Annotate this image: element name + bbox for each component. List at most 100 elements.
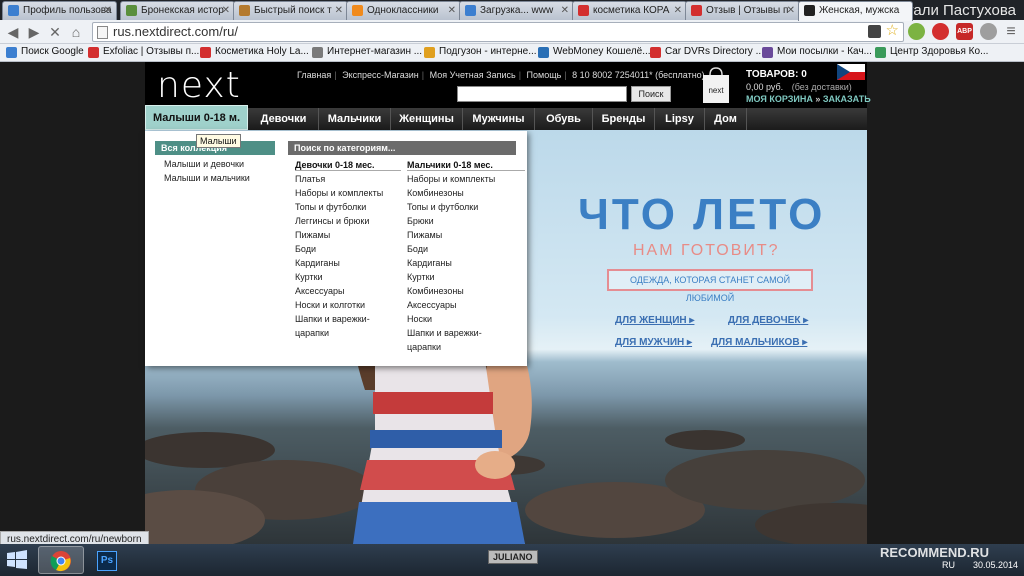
girls-category[interactable]: Боди bbox=[295, 244, 316, 254]
home-icon[interactable]: ⌂ bbox=[67, 23, 85, 41]
boys-category[interactable]: Топы и футболки bbox=[407, 202, 478, 212]
boys-category[interactable]: Пижамы bbox=[407, 230, 442, 240]
top-link-express[interactable]: Экспресс-Магазин bbox=[342, 70, 419, 80]
close-icon[interactable]: ✕ bbox=[787, 5, 795, 16]
boys-category[interactable]: Шапки и варежки- bbox=[407, 328, 482, 338]
category-search-header: Поиск по категориям... bbox=[288, 141, 516, 155]
boys-category[interactable]: Аксессуары bbox=[407, 300, 456, 310]
close-page-icon[interactable]: ✕ bbox=[46, 23, 64, 41]
czech-flag-icon[interactable] bbox=[837, 64, 865, 80]
bookmark-favicon-icon bbox=[88, 47, 99, 58]
boys-category[interactable]: Куртки bbox=[407, 272, 435, 282]
adblock-icon[interactable]: ABP bbox=[956, 23, 973, 40]
boys-category[interactable]: царапки bbox=[407, 342, 441, 352]
bookmark-label: Мои посылки - Кач... bbox=[777, 46, 872, 57]
girls-category[interactable]: Кардиганы bbox=[295, 258, 340, 268]
my-cart-link[interactable]: МОЯ КОРЗИНА bbox=[746, 94, 813, 104]
forward-icon[interactable]: ▶ bbox=[25, 23, 43, 41]
hero-link-boys[interactable]: ДЛЯ МАЛЬЧИКОВ ▸ bbox=[711, 337, 807, 348]
close-icon[interactable]: ✕ bbox=[104, 5, 112, 16]
nav-men[interactable]: Мужчины bbox=[463, 108, 535, 130]
search-input[interactable] bbox=[457, 86, 627, 102]
girls-category[interactable]: Носки и колготки bbox=[295, 300, 365, 310]
close-icon[interactable]: ✕ bbox=[561, 5, 569, 16]
bookmark-exfoliac[interactable]: Exfoliac | Отзывы п... bbox=[88, 46, 199, 58]
boys-category[interactable]: Наборы и комплекты bbox=[407, 174, 495, 184]
girls-category[interactable]: Шапки и варежки- bbox=[295, 314, 370, 324]
tab-cosmetics[interactable]: косметика КОРА ✕ bbox=[572, 1, 687, 20]
tab-quick-search[interactable]: Быстрый поиск т ✕ bbox=[233, 1, 348, 20]
extension-green-icon[interactable] bbox=[908, 23, 925, 40]
top-link-help[interactable]: Помощь bbox=[527, 70, 562, 80]
girls-category[interactable]: Аксессуары bbox=[295, 286, 344, 296]
bookmark-webmoney[interactable]: WebMoney Кошелё... bbox=[538, 46, 651, 58]
boys-category[interactable]: Комбинезоны bbox=[407, 188, 464, 198]
bookmark-car-dvrs[interactable]: Car DVRs Directory ... bbox=[650, 46, 764, 58]
nav-boys[interactable]: Мальчики bbox=[319, 108, 391, 130]
tab-odnoklassniki[interactable]: Одноклассники ✕ bbox=[346, 1, 461, 20]
close-icon[interactable]: ✕ bbox=[222, 5, 230, 16]
extension-gray-icon[interactable] bbox=[980, 23, 997, 40]
hero-link-girls[interactable]: ДЛЯ ДЕВОЧЕК ▸ bbox=[728, 315, 808, 326]
girls-category[interactable]: Наборы и комплекты bbox=[295, 188, 383, 198]
tab-title: Бронекская истор bbox=[141, 5, 224, 16]
bookmark-holy-land[interactable]: Косметика Holy La... bbox=[200, 46, 309, 58]
site-logo[interactable]: next bbox=[157, 65, 241, 106]
windows-start-icon[interactable] bbox=[6, 550, 28, 570]
taskbar-photoshop[interactable]: Ps bbox=[90, 546, 124, 574]
tab-favicon-icon bbox=[352, 5, 363, 16]
nav-tooltip: Малыши bbox=[196, 134, 241, 148]
boys-category[interactable]: Кардиганы bbox=[407, 258, 452, 268]
girls-category[interactable]: Куртки bbox=[295, 272, 323, 282]
boys-category[interactable]: Носки bbox=[407, 314, 432, 324]
girls-category[interactable]: Пижамы bbox=[295, 230, 330, 240]
boys-category[interactable]: Брюки bbox=[407, 216, 434, 226]
tab-loading[interactable]: Загрузка... www ✕ bbox=[459, 1, 574, 20]
extension-icon[interactable] bbox=[868, 25, 881, 38]
hero-link-women[interactable]: ДЛЯ ЖЕНЩИН ▸ bbox=[615, 315, 694, 326]
nav-shoes[interactable]: Обувь bbox=[535, 108, 593, 130]
collection-babies-girls[interactable]: Малыши и девочки bbox=[164, 159, 244, 169]
bookmark-google[interactable]: Поиск Google bbox=[6, 46, 84, 58]
nav-lipsy[interactable]: Lipsy bbox=[655, 108, 705, 130]
nav-women[interactable]: Женщины bbox=[391, 108, 463, 130]
shopping-bag-icon[interactable]: next bbox=[700, 66, 732, 104]
close-icon[interactable]: ✕ bbox=[448, 5, 456, 16]
bookmark-health-center[interactable]: Центр Здоровья Ко... bbox=[875, 46, 988, 58]
nav-brands[interactable]: Бренды bbox=[593, 108, 655, 130]
girls-category[interactable]: Топы и футболки bbox=[295, 202, 366, 212]
tab-bronex[interactable]: Бронекская истор ✕ bbox=[120, 1, 235, 20]
address-bar[interactable]: rus.nextdirect.com/ru/ ☆ bbox=[92, 22, 904, 42]
close-icon[interactable]: ✕ bbox=[335, 5, 343, 16]
girls-category[interactable]: Платья bbox=[295, 174, 325, 184]
taskbar-date[interactable]: 30.05.2014 bbox=[973, 560, 1018, 570]
boys-category[interactable]: Комбинезоны bbox=[407, 286, 464, 296]
nav-girls[interactable]: Девочки bbox=[249, 108, 319, 130]
close-icon[interactable]: ✕ bbox=[674, 5, 682, 16]
main-navigation: Малыши 0-18 м. Девочки Мальчики Женщины … bbox=[145, 105, 867, 130]
collection-babies-boys[interactable]: Малыши и мальчики bbox=[164, 173, 250, 183]
girls-category[interactable]: Леггинсы и брюки bbox=[295, 216, 369, 226]
girls-category[interactable]: царапки bbox=[295, 328, 329, 338]
star-icon[interactable]: ☆ bbox=[886, 22, 899, 40]
tab-profile[interactable]: Профиль пользова ✕ bbox=[2, 1, 117, 20]
keyboard-language[interactable]: RU bbox=[942, 560, 955, 570]
tab-review[interactable]: Отзыв | Отзывы п ✕ bbox=[685, 1, 800, 20]
bookmark-parcels[interactable]: Мои посылки - Кач... bbox=[762, 46, 872, 58]
top-link-home[interactable]: Главная bbox=[297, 70, 331, 80]
boys-category[interactable]: Боди bbox=[407, 244, 428, 254]
nav-babies[interactable]: Малыши 0-18 м. bbox=[145, 105, 248, 130]
menu-icon[interactable]: ≡ bbox=[1002, 23, 1020, 41]
nav-home[interactable]: Дом bbox=[705, 108, 747, 130]
taskbar-chrome[interactable] bbox=[38, 546, 84, 574]
extension-red-icon[interactable] bbox=[932, 23, 949, 40]
bookmark-internet-shop[interactable]: Интернет-магазин ... bbox=[312, 46, 422, 58]
tab-next-active[interactable]: Женская, мужска bbox=[798, 1, 913, 21]
browser-toolbar: ◀ ▶ ✕ ⌂ rus.nextdirect.com/ru/ ☆ ABP ≡ bbox=[0, 20, 1024, 44]
search-button[interactable]: Поиск bbox=[631, 86, 671, 102]
hero-link-men[interactable]: ДЛЯ МУЖЧИН ▸ bbox=[615, 337, 692, 348]
top-link-account[interactable]: Моя Учетная Запись bbox=[430, 70, 516, 80]
bookmark-podguzon[interactable]: Подгузон - интерне... bbox=[424, 46, 537, 58]
back-icon[interactable]: ◀ bbox=[4, 23, 22, 41]
order-link[interactable]: ЗАКАЗАТЬ bbox=[823, 94, 871, 104]
